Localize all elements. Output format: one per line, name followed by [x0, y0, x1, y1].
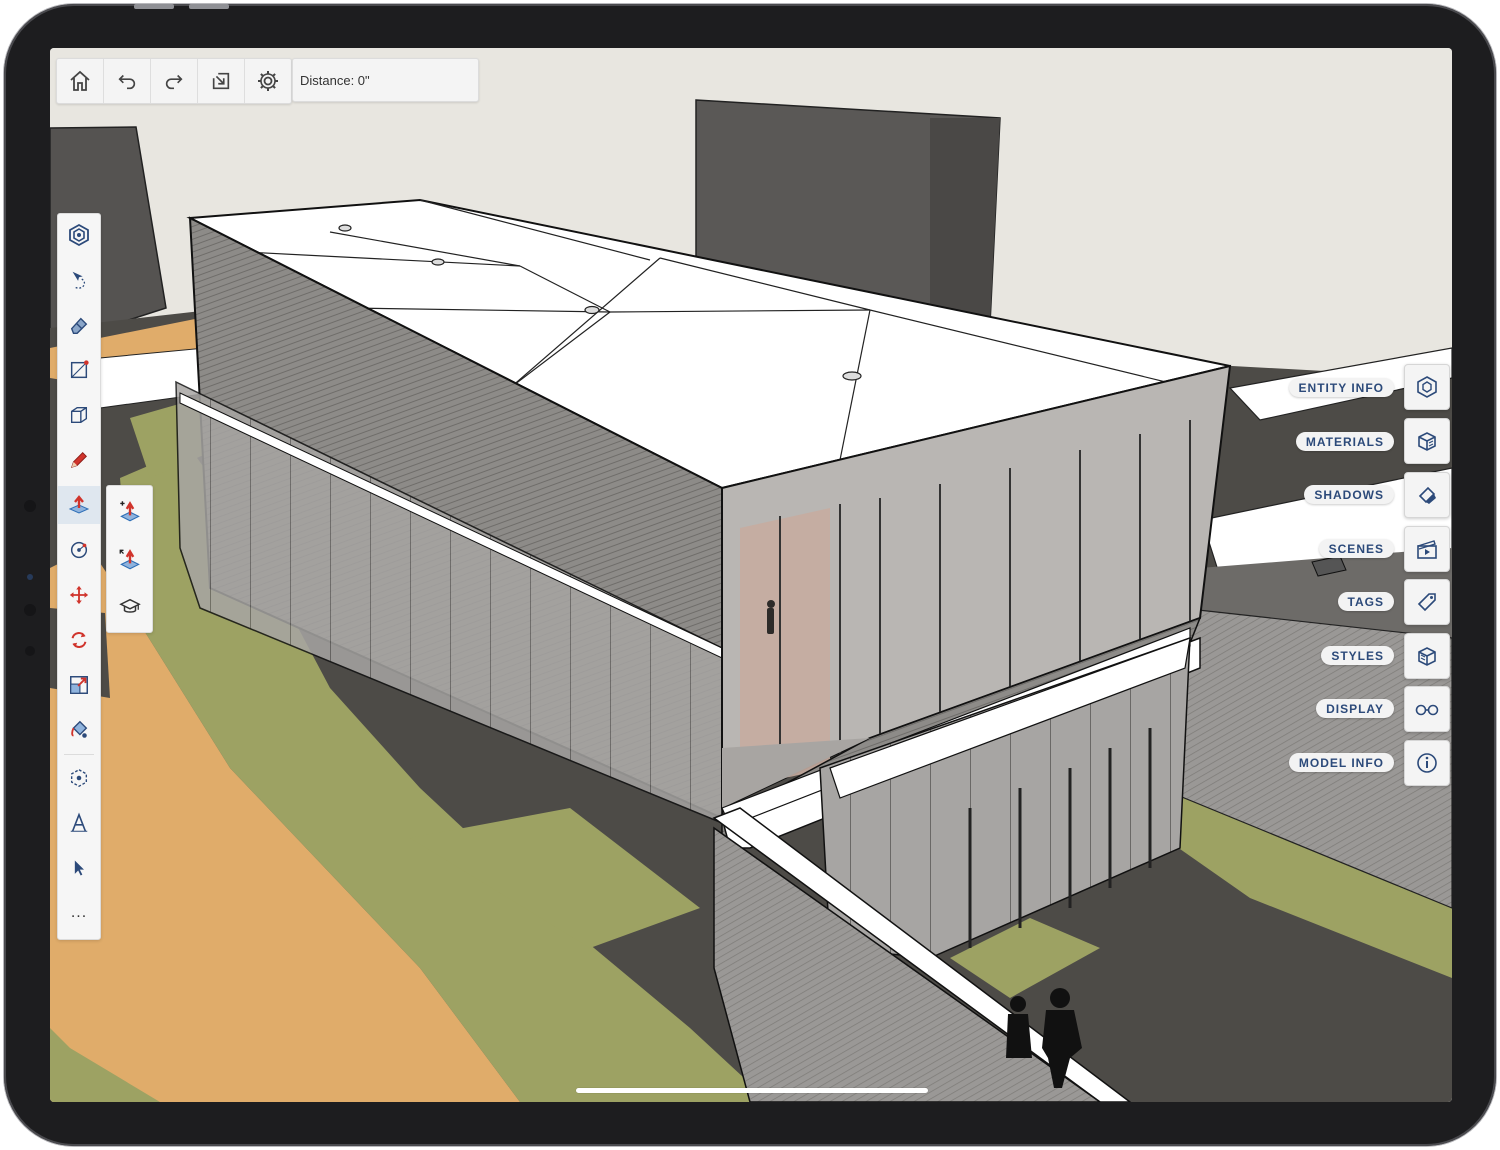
glasses-icon [1415, 704, 1439, 716]
home-button[interactable] [57, 59, 104, 103]
scenes-label[interactable]: SCENES [1318, 539, 1394, 558]
scale-tool[interactable] [58, 666, 100, 704]
export-icon [212, 72, 230, 90]
tool-switcher-icon [69, 223, 89, 247]
more-tools-button[interactable]: ... [58, 894, 100, 932]
info-icon [1417, 753, 1437, 773]
rectangle-icon [70, 360, 89, 379]
text-tag-icon [70, 812, 88, 832]
undo-icon [118, 74, 136, 90]
materials-cube-icon [1418, 432, 1436, 451]
rectangle-tool[interactable] [58, 351, 100, 389]
styles-cube-icon [1418, 647, 1436, 666]
gear-icon [258, 71, 278, 91]
learn-cap-icon [118, 598, 141, 613]
materials-button[interactable] [1404, 418, 1450, 464]
eraser-tool[interactable] [58, 306, 100, 344]
sensor-dot [24, 604, 36, 616]
push-pull-add-icon [119, 501, 140, 522]
push-pull-stretch-icon [119, 549, 140, 570]
shadows-icon [1418, 486, 1436, 504]
model-info-label[interactable]: MODEL INFO [1288, 753, 1394, 772]
tool-switcher-button[interactable] [58, 216, 100, 254]
lasso-select-tool[interactable] [58, 261, 100, 299]
display-button[interactable] [1404, 686, 1450, 732]
measurement-box[interactable]: Distance: 0" [292, 58, 479, 102]
circle-tool[interactable] [58, 531, 100, 569]
pencil-tool[interactable] [58, 441, 100, 479]
entity-info-button[interactable] [1404, 364, 1450, 410]
move-tool[interactable] [58, 576, 100, 614]
app-screen: Distance: 0" ... ENTITY INFO MATERIALS S… [50, 48, 1452, 1102]
scale-icon [70, 676, 88, 694]
tags-label[interactable]: TAGS [1337, 592, 1394, 611]
export-button[interactable] [198, 59, 245, 103]
settings-button[interactable] [245, 59, 291, 103]
tags-button[interactable] [1404, 579, 1450, 625]
redo-icon [165, 74, 183, 90]
paint-bucket-tool[interactable] [58, 711, 100, 749]
select-tool[interactable] [58, 849, 100, 887]
sensor-dot [24, 500, 36, 512]
model-viewport[interactable] [50, 48, 1452, 1102]
shadows-button[interactable] [1404, 472, 1450, 518]
tag-icon [1417, 593, 1436, 612]
rotate-tool[interactable] [58, 621, 100, 659]
toolbar-divider [64, 754, 94, 755]
left-toolbar: ... [57, 213, 101, 940]
scenes-clapper-icon [1417, 540, 1437, 559]
undo-button[interactable] [104, 59, 151, 103]
circle-icon [70, 541, 88, 559]
move-icon [69, 585, 89, 605]
model-info-button[interactable] [1404, 740, 1450, 786]
push-pull-stretch-button[interactable] [107, 536, 152, 582]
eraser-icon [70, 317, 88, 334]
pencil-icon [70, 452, 87, 469]
push-pull-flyout [106, 485, 153, 633]
text-tag-tool[interactable] [58, 804, 100, 842]
materials-label[interactable]: MATERIALS [1295, 432, 1394, 451]
paint-bucket-icon [71, 720, 88, 738]
shadows-label[interactable]: SHADOWS [1304, 485, 1394, 504]
styles-label[interactable]: STYLES [1321, 646, 1394, 665]
person-figure [767, 600, 775, 634]
entity-info-label[interactable]: ENTITY INFO [1288, 378, 1394, 397]
push-pull-box-tool[interactable] [58, 396, 100, 434]
redo-button[interactable] [151, 59, 198, 103]
home-icon [70, 70, 90, 91]
home-indicator[interactable] [576, 1088, 928, 1093]
push-pull-icon [68, 495, 90, 514]
scenes-button[interactable] [1404, 526, 1450, 572]
sensor-dot [25, 646, 35, 656]
camera-icon [27, 574, 33, 580]
distance-readout: Distance: 0" [300, 72, 370, 88]
volume-button [134, 4, 174, 9]
push-pull-box-icon [70, 406, 88, 424]
volume-button [189, 4, 229, 9]
more-icon: ... [70, 904, 88, 921]
top-toolbar [56, 58, 292, 104]
lasso-select-icon [72, 271, 86, 289]
select-arrow-icon [74, 860, 84, 876]
orbit-icon [70, 768, 88, 788]
learn-button[interactable] [107, 584, 152, 630]
push-pull-tool[interactable] [58, 486, 100, 524]
rotate-icon [71, 632, 87, 648]
push-pull-add-button[interactable] [107, 488, 152, 534]
display-label[interactable]: DISPLAY [1316, 699, 1394, 718]
orbit-tool[interactable] [58, 759, 100, 797]
entity-info-icon [1417, 376, 1437, 398]
styles-button[interactable] [1404, 633, 1450, 679]
